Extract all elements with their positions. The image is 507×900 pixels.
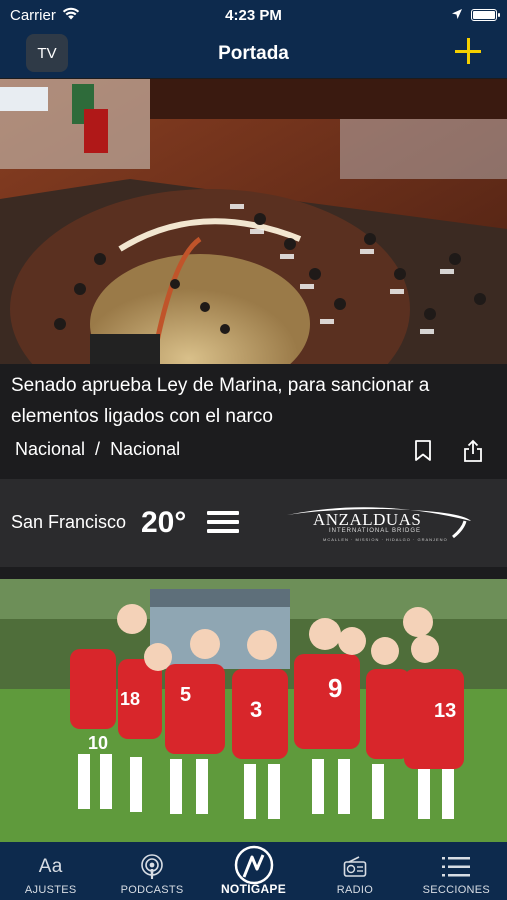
weather-ad-strip: San Francisco 20° ANZALDUAS INTERNATIONA… — [0, 479, 507, 567]
anzalduas-ad-banner[interactable]: ANZALDUAS INTERNATIONAL BRIDGE MCALLEN ·… — [285, 499, 473, 547]
tab-ajustes[interactable]: Aa AJUSTES — [0, 842, 101, 900]
text-size-icon: Aa — [38, 856, 63, 877]
kids-soccer-photo[interactable]: 10 18 5 3 9 13 — [0, 579, 507, 842]
battery-icon — [471, 9, 500, 21]
article-headline[interactable]: Senado aprueba Ley de Marina, para sanci… — [11, 370, 491, 432]
svg-text:9: 9 — [328, 673, 342, 703]
location-arrow-icon — [451, 7, 463, 24]
tab-radio[interactable]: RADIO — [304, 842, 405, 900]
carrier-label: Carrier — [10, 6, 56, 24]
notigape-logo-icon — [231, 845, 277, 885]
category-separator: / — [95, 439, 101, 459]
weather-city[interactable]: San Francisco — [11, 512, 126, 533]
wifi-icon — [62, 7, 80, 24]
svg-text:5: 5 — [180, 684, 191, 706]
sections-list-icon — [442, 853, 471, 881]
weather-menu-icon[interactable] — [207, 511, 239, 533]
tab-secciones[interactable]: SECCIONES — [406, 842, 507, 900]
svg-text:10: 10 — [88, 733, 108, 753]
add-icon[interactable] — [455, 38, 481, 64]
share-icon[interactable] — [462, 439, 484, 463]
svg-text:3: 3 — [250, 697, 262, 722]
podcast-icon — [139, 853, 165, 881]
tab-ajustes-label: AJUSTES — [24, 884, 77, 896]
tab-podcasts[interactable]: PODCASTS — [101, 842, 202, 900]
subcategory-label[interactable]: Nacional — [110, 439, 180, 460]
ad-brand: ANZALDUAS — [313, 510, 422, 529]
svg-text:13: 13 — [434, 700, 456, 722]
tab-podcasts-label: PODCASTS — [120, 884, 184, 896]
tab-notigape-label: NOTIGAPE — [220, 882, 287, 896]
status-bar: Carrier 4:23 PM — [0, 0, 507, 30]
tab-notigape[interactable]: NOTIGAPE — [203, 842, 304, 900]
navigation-bar: TV Portada — [0, 30, 507, 78]
category-label[interactable]: Nacional — [15, 439, 85, 460]
article-category: Nacional / Nacional — [15, 439, 180, 460]
tab-radio-label: RADIO — [336, 884, 374, 896]
ad-cities: MCALLEN · MISSION · HIDALGO · GRANJENO — [323, 537, 448, 542]
svg-text:18: 18 — [120, 689, 140, 709]
radio-icon — [343, 853, 367, 881]
bookmark-icon[interactable] — [413, 440, 433, 462]
featured-article[interactable]: Senado aprueba Ley de Marina, para sanci… — [0, 79, 507, 479]
tv-button[interactable]: TV — [26, 34, 68, 72]
weather-temperature[interactable]: 20° — [141, 506, 186, 540]
ad-tagline: INTERNATIONAL BRIDGE — [329, 528, 422, 534]
page-title: Portada — [218, 43, 289, 64]
senate-chamber-photo[interactable] — [0, 79, 507, 364]
tab-bar: Aa AJUSTES PODCASTS NOTIGAPE RADIO SECCI… — [0, 842, 507, 900]
tab-secciones-label: SECCIONES — [422, 884, 491, 896]
tv-label: TV — [37, 44, 57, 62]
